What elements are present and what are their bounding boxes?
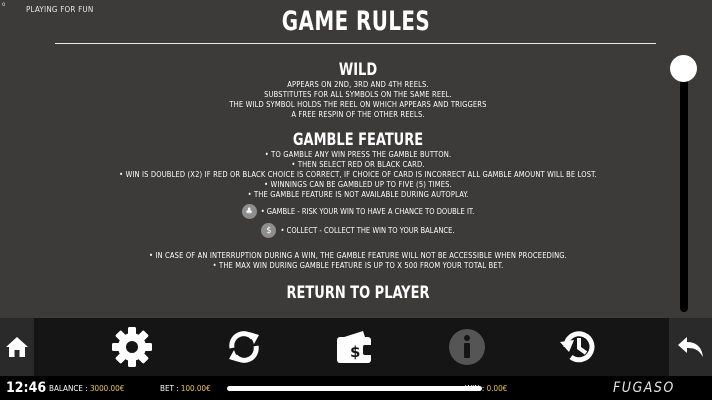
clock: 12:46: [6, 380, 47, 396]
gamble-rule-line: • WIN IS DOUBLED (X2) IF RED OR BLACK CH…: [119, 170, 597, 179]
wild-rule-line: THE WILD SYMBOL HOLDS THE REEL ON WHICH …: [229, 100, 487, 109]
gamble-rule-line: • TO GAMBLE ANY WIN PRESS THE GAMBLE BUT…: [264, 150, 452, 159]
win-label: WIN :: [465, 384, 485, 393]
balance-value: 3000.00€: [89, 384, 125, 393]
wild-rule-line: A FREE RESPIN OF THE OTHER REELS.: [291, 110, 425, 119]
club-icon: ♣: [241, 204, 257, 219]
back-button[interactable]: [669, 318, 712, 376]
status-bar: 12:46 BALANCE : 3000.00€ BET : 100.00€ W…: [0, 376, 712, 400]
wallet-button[interactable]: $: [332, 318, 378, 376]
home-button[interactable]: [0, 318, 34, 376]
wild-rule-line: SUBSTITUTES FOR ALL SYMBOLS ON THE SAME …: [264, 90, 452, 99]
gamble-section-title: GAMBLE FEATURE: [292, 130, 424, 150]
wild-section-title: WILD: [338, 60, 378, 80]
settings-button[interactable]: [108, 318, 156, 376]
collect-button-info: $ • Collect - collect the win to your ba…: [60, 221, 656, 240]
gamble-note-line: • IN CASE OF AN INTERRUPTION DURING A WI…: [149, 251, 567, 260]
history-icon: [560, 331, 595, 363]
scrollbar-track[interactable]: [680, 64, 688, 312]
gamble-rule-line: • THEN SELECT RED OR BLACK CARD.: [291, 160, 425, 169]
page-title: GAME RULES: [281, 6, 431, 37]
gear-icon: [112, 327, 152, 367]
rules-content[interactable]: WILD APPEARS ON 2ND, 3RD AND 4TH REELS. …: [60, 52, 656, 300]
title-divider: [55, 43, 656, 44]
win-display: WIN : 0.00€: [465, 384, 507, 393]
svg-text:$: $: [350, 343, 360, 361]
bet-display: BET : 100.00€: [160, 384, 211, 393]
wild-rule-line: APPEARS ON 2ND, 3RD AND 4TH REELS.: [287, 80, 429, 89]
gamble-button-info: ♣ • Gamble - risk your win to have a cha…: [60, 202, 656, 221]
info-button[interactable]: [446, 318, 488, 376]
collect-button-text: • Collect - collect the win to your bala…: [280, 226, 455, 235]
bottom-toolbar: $: [0, 318, 712, 376]
money-bag-icon: $: [261, 223, 277, 238]
balance-display: BALANCE : 3000.00€: [49, 384, 124, 393]
back-arrow-icon: [677, 337, 703, 357]
home-icon: [6, 337, 28, 357]
corner-mark: o: [2, 1, 6, 8]
win-value: 0.00€: [486, 384, 508, 393]
scrollbar-thumb[interactable]: [670, 55, 697, 82]
autoplay-button[interactable]: [219, 318, 269, 376]
balance-label: BALANCE :: [49, 384, 88, 393]
rtp-section-title: RETURN TO PLAYER: [286, 283, 430, 300]
bet-value: 100.00€: [180, 384, 211, 393]
gamble-rule-line: • THE GAMBLE FEATURE IS NOT AVAILABLE DU…: [247, 190, 469, 199]
refresh-icon: [229, 331, 259, 363]
home-indicator[interactable]: [227, 386, 482, 391]
gamble-rule-line: • WINNINGS CAN BE GAMBLED UP TO FIVE (5)…: [264, 180, 452, 189]
brand-logo: FUGASO: [613, 380, 675, 396]
gamble-button-text: • Gamble - risk your win to have a chanc…: [260, 207, 475, 216]
wallet-icon: $: [337, 331, 373, 363]
bet-label: BET :: [160, 384, 179, 393]
gamble-note-line: • THE MAX WIN DURING GAMBLE FEATURE IS U…: [212, 261, 504, 270]
history-button[interactable]: [555, 318, 601, 376]
info-icon: [449, 329, 485, 365]
